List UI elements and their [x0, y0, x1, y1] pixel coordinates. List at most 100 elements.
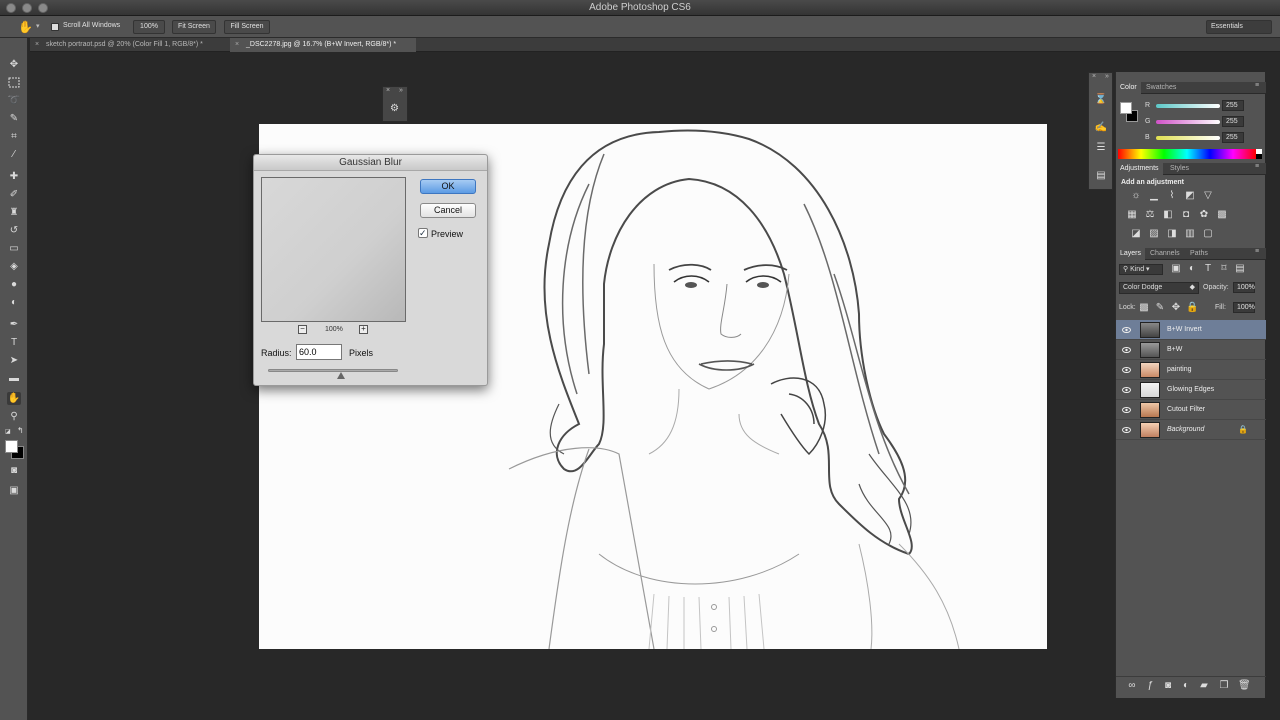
- green-channel-slider[interactable]: [1156, 120, 1220, 124]
- move-tool-icon[interactable]: ✥: [7, 58, 21, 71]
- type-tool-icon[interactable]: T: [7, 336, 21, 349]
- tab-dsc2278[interactable]: × _DSC2278.jpg @ 16.7% (B+W Invert, RGB/…: [230, 38, 416, 52]
- panel-menu-icon[interactable]: ≡: [1255, 248, 1259, 255]
- blend-mode-dropdown[interactable]: Color Dodge ◆: [1119, 282, 1199, 294]
- close-icon[interactable]: ×: [1092, 73, 1096, 80]
- fx-icon[interactable]: ƒ: [1144, 680, 1156, 692]
- hand-tool-icon[interactable]: ✋: [7, 392, 21, 405]
- lock-image-icon[interactable]: ✎: [1154, 302, 1166, 314]
- link-icon[interactable]: ∞: [1126, 680, 1138, 692]
- visibility-eye-icon[interactable]: [1122, 406, 1131, 414]
- visibility-eye-icon[interactable]: [1122, 326, 1131, 334]
- visibility-eye-icon[interactable]: [1122, 426, 1131, 434]
- zoom-out-button[interactable]: −: [298, 325, 307, 334]
- red-channel-slider[interactable]: [1156, 104, 1220, 108]
- ok-button[interactable]: OK: [420, 179, 476, 194]
- hand-tool-icon[interactable]: ✋: [18, 20, 33, 34]
- eraser-tool-icon[interactable]: ▭: [7, 242, 21, 255]
- layer-filter-dropdown[interactable]: ⚲ Kind ▾: [1119, 264, 1163, 275]
- panel-menu-icon[interactable]: ≡: [1255, 82, 1259, 89]
- brush-presets-icon[interactable]: ✍: [1094, 121, 1108, 135]
- color-lookup-icon[interactable]: ▩: [1216, 209, 1228, 221]
- layer-row-bw[interactable]: B+W: [1116, 340, 1266, 360]
- color-balance-icon[interactable]: ⚖: [1144, 209, 1156, 221]
- invert-icon[interactable]: ◪: [1130, 228, 1142, 240]
- layer-row-background[interactable]: Background 🔒: [1116, 420, 1266, 440]
- preview-checkbox[interactable]: ✓: [418, 228, 428, 238]
- tab-color[interactable]: Color: [1116, 82, 1141, 94]
- tab-layers[interactable]: Layers: [1116, 248, 1146, 260]
- healing-brush-tool-icon[interactable]: ✚: [7, 170, 21, 183]
- green-value[interactable]: 255: [1222, 116, 1244, 127]
- visibility-eye-icon[interactable]: [1122, 366, 1131, 374]
- default-colors-icon[interactable]: ◪: [5, 428, 13, 436]
- foreground-color-swatch[interactable]: [5, 440, 18, 453]
- gradient-map-icon[interactable]: ▥: [1184, 228, 1196, 240]
- black-white-icon[interactable]: ◧: [1162, 209, 1174, 221]
- properties-panel-icon[interactable]: ☰: [1094, 141, 1108, 155]
- scroll-all-windows-checkbox[interactable]: [51, 23, 59, 31]
- actual-pixels-button[interactable]: 100%: [133, 20, 165, 34]
- swap-colors-icon[interactable]: ↰: [17, 426, 24, 435]
- filter-smart-object-icon[interactable]: ▤: [1234, 263, 1246, 275]
- history-brush-tool-icon[interactable]: ↺: [7, 224, 21, 237]
- fit-screen-button[interactable]: Fit Screen: [172, 20, 216, 34]
- channel-mixer-icon[interactable]: ✿: [1198, 209, 1210, 221]
- lock-transparent-icon[interactable]: ▩: [1138, 302, 1150, 314]
- panel-menu-icon[interactable]: ≡: [1255, 163, 1259, 170]
- filter-pixel-icon[interactable]: ▣: [1170, 263, 1182, 275]
- layer-row-cutout-filter[interactable]: Cutout Filter: [1116, 400, 1266, 420]
- close-window-button[interactable]: [6, 3, 16, 13]
- filter-preview-window[interactable]: [261, 177, 406, 322]
- radius-input[interactable]: [296, 344, 342, 360]
- blur-tool-icon[interactable]: ●: [7, 278, 21, 291]
- posterize-icon[interactable]: ▨: [1148, 228, 1160, 240]
- threshold-icon[interactable]: ◨: [1166, 228, 1178, 240]
- layer-row-painting[interactable]: painting: [1116, 360, 1266, 380]
- eyedropper-tool-icon[interactable]: ⁄: [7, 148, 21, 161]
- foreground-color-swatch[interactable]: [1120, 102, 1132, 114]
- brush-tool-icon[interactable]: ✐: [7, 188, 21, 201]
- info-panel-icon[interactable]: ▤: [1094, 169, 1108, 183]
- close-icon[interactable]: ×: [35, 38, 39, 52]
- properties-icon[interactable]: ⚙: [390, 103, 399, 114]
- tab-sketch-portrait[interactable]: × sketch portraot.psd @ 20% (Color Fill …: [30, 38, 230, 52]
- fill-screen-button[interactable]: Fill Screen: [224, 20, 270, 34]
- lasso-tool-icon[interactable]: ➰: [7, 94, 21, 107]
- filter-adjustment-icon[interactable]: ◐: [1186, 263, 1198, 275]
- blue-channel-slider[interactable]: [1156, 136, 1220, 140]
- folder-icon[interactable]: ▰: [1198, 680, 1210, 692]
- lock-all-icon[interactable]: 🔒: [1186, 302, 1198, 314]
- opacity-value[interactable]: 100%: [1233, 282, 1255, 293]
- quick-mask-icon[interactable]: ◙: [7, 464, 21, 477]
- pen-tool-icon[interactable]: ✒: [7, 318, 21, 331]
- tool-preset-chevron-icon[interactable]: ▾: [36, 22, 40, 30]
- color-spectrum-ramp[interactable]: [1118, 149, 1256, 159]
- brightness-contrast-icon[interactable]: ☼: [1130, 190, 1142, 202]
- fill-value[interactable]: 100%: [1233, 302, 1255, 313]
- quick-selection-tool-icon[interactable]: ✎: [7, 112, 21, 125]
- zoom-window-button[interactable]: [38, 3, 48, 13]
- hue-saturation-icon[interactable]: ▦: [1126, 209, 1138, 221]
- trash-icon[interactable]: 🗑: [1238, 680, 1251, 692]
- vibrance-icon[interactable]: ▽: [1202, 190, 1214, 202]
- clone-stamp-tool-icon[interactable]: ♜: [7, 206, 21, 219]
- history-panel-icon[interactable]: ⌛: [1094, 93, 1108, 107]
- blue-value[interactable]: 255: [1222, 132, 1244, 143]
- filter-shape-icon[interactable]: ⌑: [1218, 263, 1230, 275]
- crop-tool-icon[interactable]: ⌗: [7, 130, 21, 143]
- zoom-in-button[interactable]: +: [359, 325, 368, 334]
- exposure-icon[interactable]: ◩: [1184, 190, 1196, 202]
- workspace-switcher[interactable]: Essentials: [1206, 20, 1272, 34]
- tab-swatches[interactable]: Swatches: [1142, 82, 1180, 94]
- tab-channels[interactable]: Channels: [1146, 248, 1184, 260]
- red-value[interactable]: 255: [1222, 100, 1244, 111]
- marquee-tool-icon[interactable]: [7, 76, 21, 89]
- visibility-eye-icon[interactable]: [1122, 386, 1131, 394]
- lock-position-icon[interactable]: ✥: [1170, 302, 1182, 314]
- tab-adjustments[interactable]: Adjustments: [1116, 163, 1163, 175]
- tab-styles[interactable]: Styles: [1166, 163, 1193, 175]
- black-white-ramp[interactable]: [1256, 149, 1262, 159]
- filter-type-icon[interactable]: T: [1202, 263, 1214, 275]
- collapse-icon[interactable]: »: [399, 87, 403, 94]
